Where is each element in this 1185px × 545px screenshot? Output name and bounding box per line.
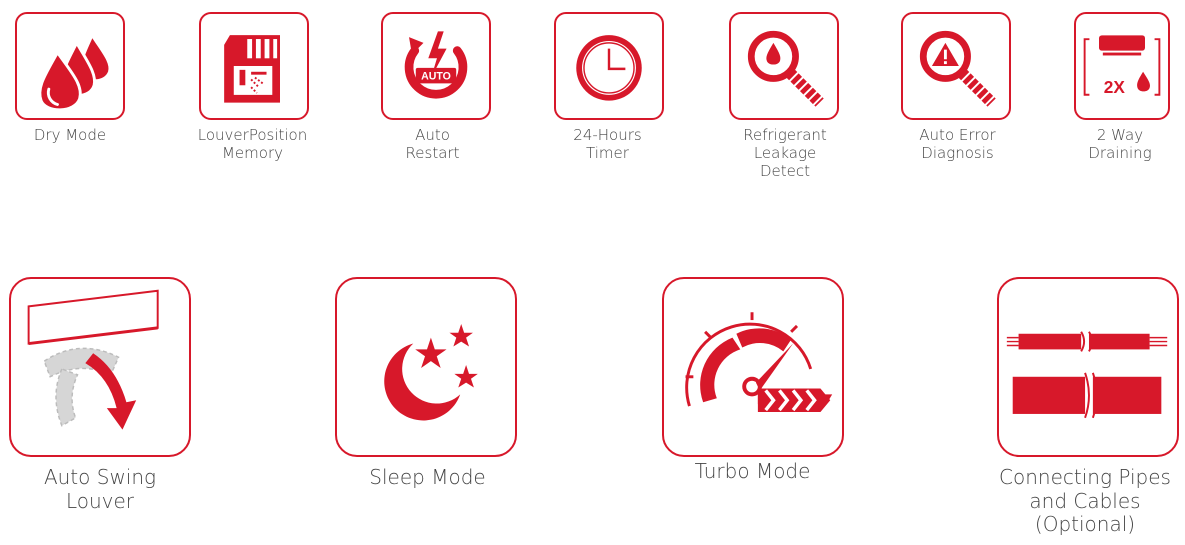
feature-refrigerant-leak: Refrigerant Leakage Detect — [720, 0, 850, 200]
error-diagnosis-icon — [919, 30, 996, 107]
timer-label: 24-Hours Timer — [573, 126, 642, 162]
feature-turbo-mode: Turbo Mode — [655, 270, 850, 540]
turbo-mode-label: Turbo Mode — [694, 459, 811, 483]
auto-restart-icon: AUTO — [404, 31, 468, 99]
louver-memory-icon — [224, 35, 280, 103]
turbo-mode-icon — [685, 312, 833, 413]
auto-swing-icon — [27, 289, 159, 430]
pipes-cables-label: Connecting Pipes and Cables (Optional) — [999, 465, 1171, 537]
auto-restart-tile: AUTO — [381, 12, 491, 120]
pipes-cables-icon — [1006, 331, 1168, 419]
auto-restart-label: Auto Restart — [405, 126, 460, 162]
dry-mode-label: Dry Mode — [33, 126, 107, 144]
refrigerant-leak-icon — [747, 30, 824, 107]
error-diagnosis-tile — [901, 12, 1011, 120]
feature-two-way-drain: 2X 2 Way Draining — [1060, 0, 1180, 200]
two-way-drain-icon: 2X — [1083, 35, 1161, 97]
feature-louver-memory: LouverPosition Memory — [185, 0, 320, 200]
feature-timer: 24-Hours Timer — [545, 0, 670, 200]
auto-badge-text: AUTO — [421, 70, 451, 82]
timer-tile — [554, 12, 664, 120]
error-diagnosis-label: Auto Error Diagnosis — [919, 126, 996, 162]
dry-mode-icon — [38, 32, 112, 112]
feature-pipes-cables: Connecting Pipes and Cables (Optional) — [985, 270, 1185, 545]
feature-auto-swing: Auto Swing Louver — [0, 270, 200, 540]
pipes-cables-tile — [997, 277, 1179, 457]
refrigerant-leak-label: Refrigerant Leakage Detect — [743, 126, 827, 180]
two-way-drain-label: 2 Way Draining — [1088, 126, 1152, 162]
feature-auto-restart: AUTO Auto Restart — [370, 0, 495, 200]
feature-error-diagnosis: Auto Error Diagnosis — [890, 0, 1025, 200]
sleep-mode-icon — [384, 323, 478, 421]
feature-dry-mode: Dry Mode — [0, 0, 140, 200]
auto-swing-tile — [9, 277, 191, 457]
sleep-mode-tile — [335, 277, 517, 457]
refrigerant-leak-tile — [729, 12, 839, 120]
two-x-text: 2X — [1104, 77, 1126, 97]
two-way-drain-tile: 2X — [1074, 12, 1170, 120]
timer-icon — [576, 35, 642, 101]
dry-mode-tile — [15, 12, 125, 120]
turbo-mode-tile — [662, 277, 844, 457]
feature-sleep-mode: Sleep Mode — [330, 270, 525, 540]
louver-memory-tile — [199, 12, 309, 120]
sleep-mode-label: Sleep Mode — [369, 465, 486, 489]
louver-memory-label: LouverPosition Memory — [197, 126, 308, 162]
auto-swing-label: Auto Swing Louver — [43, 465, 157, 513]
